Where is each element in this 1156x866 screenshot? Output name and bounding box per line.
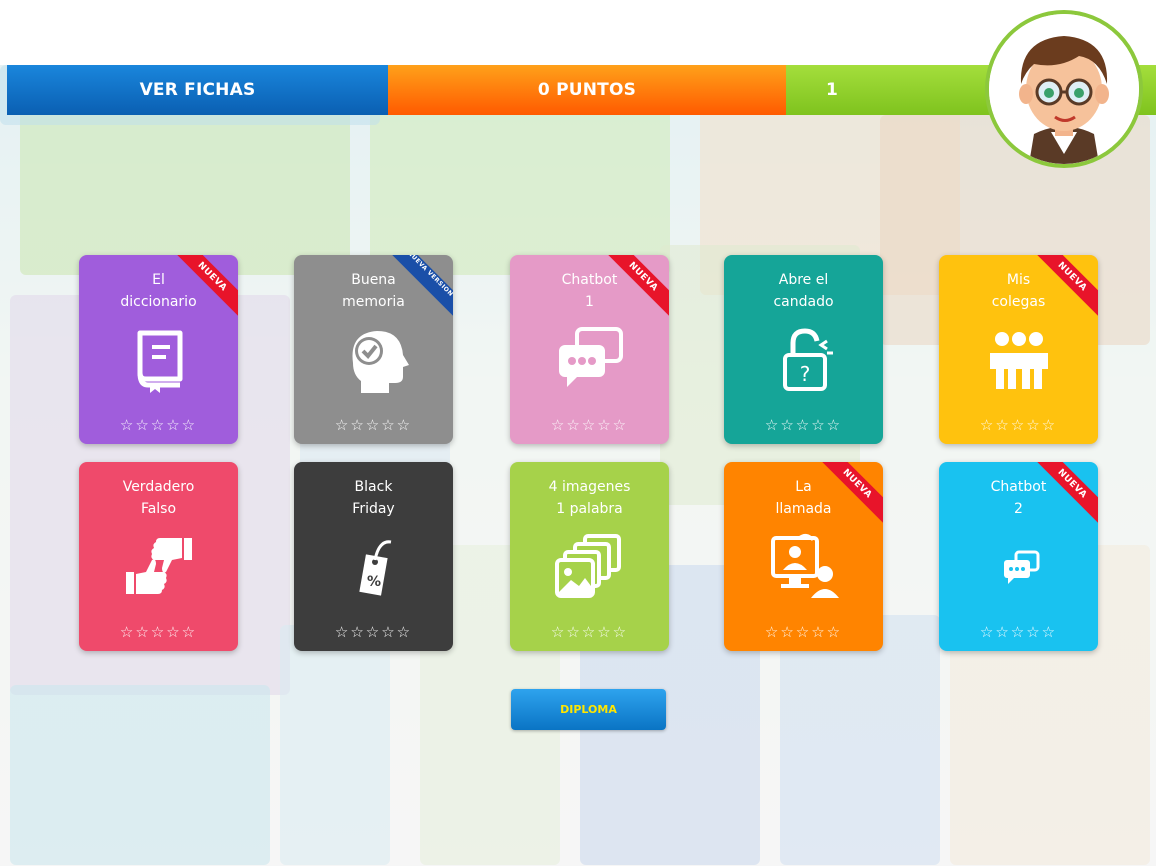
card-title: Abre el candado	[773, 272, 834, 310]
card-black-friday[interactable]: Black Friday % ☆☆☆☆☆	[294, 462, 453, 651]
star-rating: ☆☆☆☆☆	[764, 416, 843, 434]
card-title: El diccionario	[120, 272, 197, 310]
points-display: 0 PUNTOS	[388, 65, 786, 115]
card-el-diccionario[interactable]: NUEVA El diccionario ☆☆☆☆☆	[79, 255, 238, 444]
card-chatbot-2[interactable]: NUEVA Chatbot 2 ☆☆☆☆☆	[939, 462, 1098, 651]
group-friends-icon	[989, 332, 1048, 389]
stacked-images-icon	[554, 534, 621, 598]
card-chatbot-1[interactable]: NUEVA Chatbot 1 ☆☆☆☆☆	[510, 255, 669, 444]
star-rating: ☆☆☆☆☆	[550, 623, 629, 641]
card-title: Mis colegas	[991, 272, 1046, 310]
boy-avatar-icon	[989, 14, 1139, 164]
ver-fichas-button[interactable]: VER FICHAS	[7, 65, 388, 115]
star-rating: ☆☆☆☆☆	[334, 416, 413, 434]
chat-bubble-small-icon	[1003, 550, 1039, 584]
svg-text:?: ?	[799, 362, 810, 386]
card-4-imagenes-1-palabra[interactable]: 4 imagenes 1 palabra ☆☆☆☆☆	[510, 462, 669, 651]
star-rating: ☆☆☆☆☆	[119, 416, 198, 434]
star-rating: ☆☆☆☆☆	[764, 623, 843, 641]
chat-bubbles-icon	[558, 327, 623, 387]
card-title: Verdadero Falso	[122, 479, 195, 517]
card-abre-el-candado[interactable]: Abre el candado ? ☆☆☆☆☆	[724, 255, 883, 444]
card-title: 4 imagenes 1 palabra	[548, 479, 631, 517]
star-rating: ☆☆☆☆☆	[119, 623, 198, 641]
card-title: Chatbot 1	[561, 272, 618, 310]
card-title: Buena memoria	[342, 272, 405, 310]
star-rating: ☆☆☆☆☆	[334, 623, 413, 641]
dictionary-book-icon	[137, 330, 182, 393]
padlock-question-icon: ?	[782, 328, 833, 391]
price-tag-percent-icon: %	[358, 540, 391, 596]
avatar[interactable]	[985, 10, 1143, 168]
diploma-button[interactable]: DIPLOMA	[511, 689, 666, 730]
svg-text:%: %	[366, 574, 380, 590]
card-title: Black Friday	[352, 479, 395, 517]
card-title: Chatbot 2	[990, 479, 1047, 517]
thumbs-up-down-icon	[125, 538, 192, 594]
card-buena-memoria[interactable]: NUEVA VERSION Buena memoria ☆☆☆☆☆	[294, 255, 453, 444]
video-call-icon	[770, 533, 839, 598]
star-rating: ☆☆☆☆☆	[550, 416, 629, 434]
card-mis-colegas[interactable]: NUEVA Mis colegas ☆☆☆☆☆	[939, 255, 1098, 444]
card-verdadero-falso[interactable]: Verdadero Falso ☆☆☆☆☆	[79, 462, 238, 651]
star-rating: ☆☆☆☆☆	[979, 416, 1058, 434]
card-title: La llamada	[775, 479, 832, 517]
head-check-icon	[352, 331, 409, 393]
top-bar: VER FICHAS 0 PUNTOS 1	[7, 65, 1156, 115]
card-la-llamada[interactable]: NUEVA La llamada ☆☆☆☆☆	[724, 462, 883, 651]
star-rating: ☆☆☆☆☆	[979, 623, 1058, 641]
